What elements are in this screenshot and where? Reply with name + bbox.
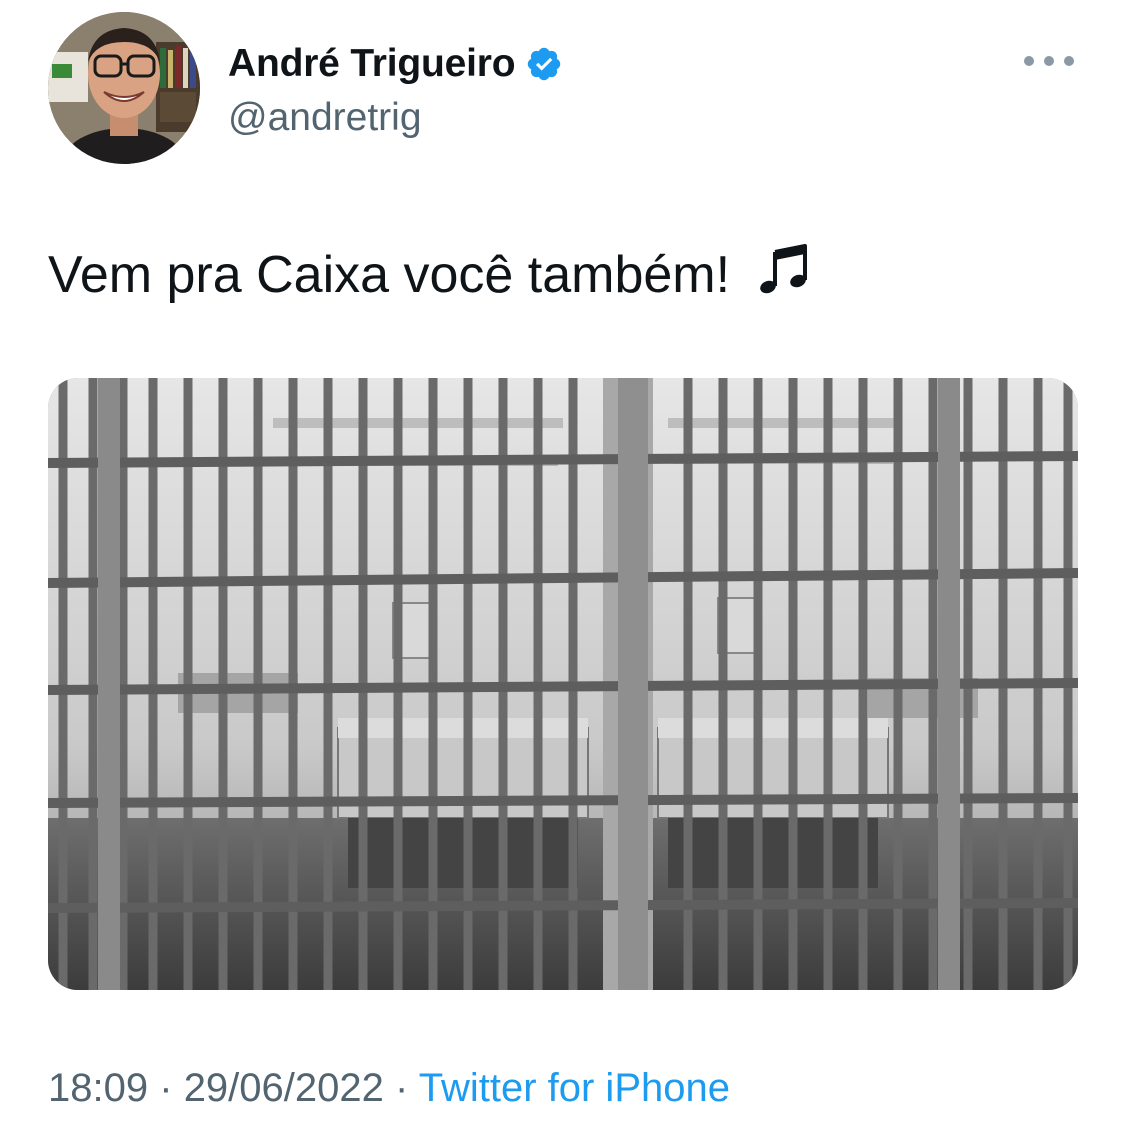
display-name[interactable]: André Trigueiro bbox=[228, 42, 516, 86]
tweet-body: Vem pra Caixa você também! bbox=[48, 246, 731, 304]
meta-separator: · bbox=[395, 1066, 409, 1110]
avatar[interactable] bbox=[48, 12, 200, 164]
tweet-time: 18:09 bbox=[48, 1066, 149, 1110]
avatar-image bbox=[48, 12, 200, 164]
jail-cell-image bbox=[48, 378, 1078, 990]
author-block: André Trigueiro @andretrig bbox=[228, 38, 563, 140]
tweet-meta: 18:09 · 29/06/2022 · Twitter for iPhone bbox=[48, 1066, 730, 1111]
tweet: André Trigueiro @andretrig Vem pra Caixa… bbox=[0, 0, 1125, 1137]
name-row: André Trigueiro bbox=[228, 38, 563, 90]
tweet-text: Vem pra Caixa você também! bbox=[48, 240, 813, 305]
user-handle[interactable]: @andretrig bbox=[228, 96, 563, 140]
tweet-date: 29/06/2022 bbox=[183, 1066, 384, 1110]
tweet-photo[interactable] bbox=[48, 378, 1078, 990]
music-notes-icon bbox=[755, 240, 813, 298]
verified-badge-icon bbox=[525, 45, 563, 83]
tweet-source-link[interactable]: Twitter for iPhone bbox=[419, 1066, 730, 1110]
more-options-icon[interactable] bbox=[1024, 46, 1074, 76]
meta-separator: · bbox=[159, 1066, 173, 1110]
